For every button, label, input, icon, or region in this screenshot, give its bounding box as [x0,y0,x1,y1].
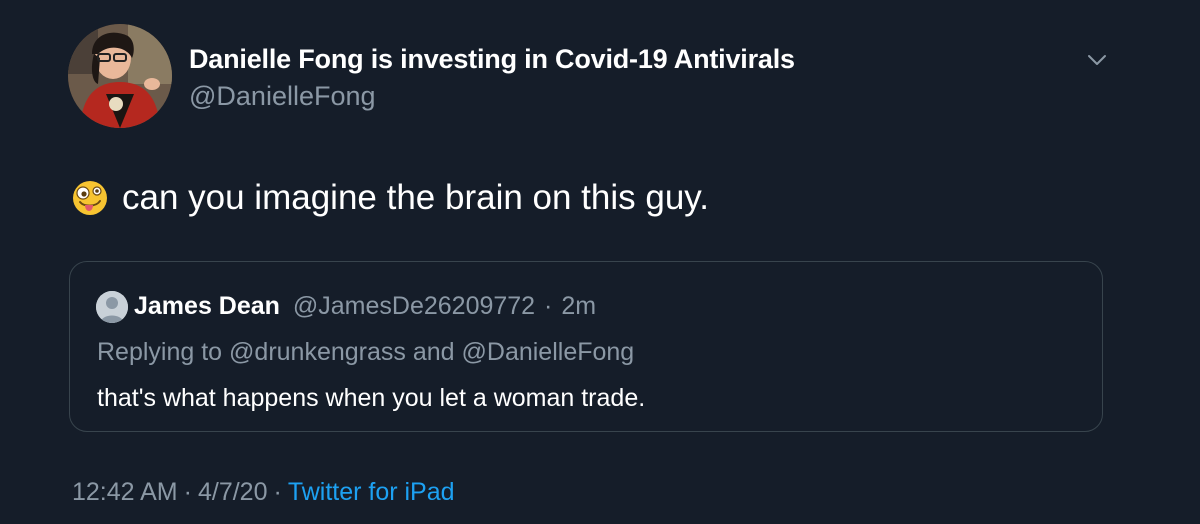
author-display-name[interactable]: Danielle Fong is investing in Covid-19 A… [189,44,795,75]
reply-mention-2[interactable]: @DanielleFong [462,338,635,366]
header-separator: · [544,292,553,320]
replying-to-label: Replying to [97,338,223,366]
reply-mention-1[interactable]: @drunkengrass [229,338,406,366]
chevron-down-icon[interactable] [1083,48,1111,72]
author-handle[interactable]: @DanielleFong [189,81,376,112]
meta-separator: · [273,478,282,506]
tweet-meta: 12:42 AM · 4/7/20 · Twitter for iPad [72,478,455,507]
quoted-author-name[interactable]: James Dean [134,292,280,320]
replying-to-line: Replying to @drunkengrass and @DanielleF… [97,338,634,367]
reply-and-label: and [412,338,455,366]
tweet-source-link[interactable]: Twitter for iPad [288,478,455,506]
quoted-tweet-header: James Dean @JamesDe26209772 · 2m [134,292,596,321]
quoted-tweet-time[interactable]: 2m [561,292,596,320]
quoted-tweet-text: that's what happens when you let a woman… [97,384,646,412]
tweet-text: can you imagine the brain on this guy. [122,178,709,217]
tweet-date[interactable]: 4/7/20 [198,478,268,506]
meta-separator: · [183,478,192,506]
quoted-author-handle[interactable]: @JamesDe26209772 [293,292,535,320]
tweet-time[interactable]: 12:42 AM [72,478,178,506]
author-avatar[interactable] [68,24,172,128]
tweet-body: can you imagine the brain on this guy. [72,178,709,218]
tweet-card: Danielle Fong is investing in Covid-19 A… [0,0,1200,524]
default-avatar-icon[interactable] [96,291,128,323]
zany-face-icon [72,180,108,216]
quoted-tweet[interactable]: James Dean @JamesDe26209772 · 2m Replyin… [69,261,1103,432]
